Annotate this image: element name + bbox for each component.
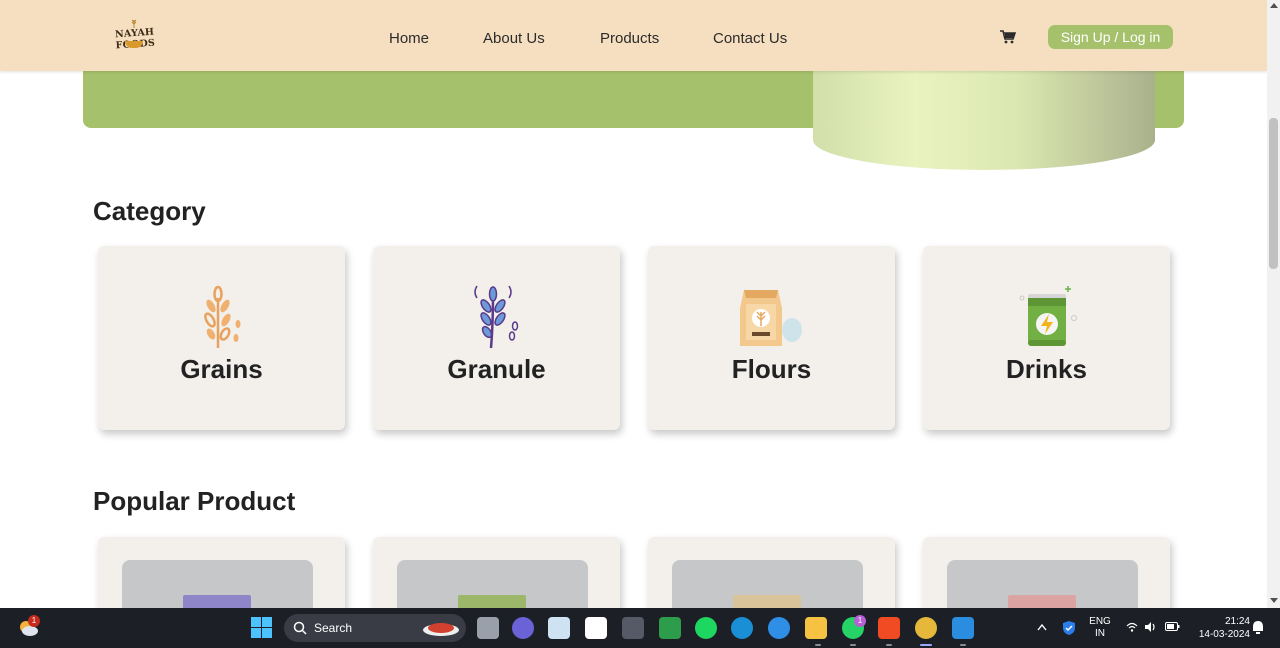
category-heading: Category bbox=[93, 196, 206, 226]
active-indicator bbox=[920, 644, 932, 646]
system-clock[interactable]: 21:24 14-03-2024 bbox=[1188, 615, 1250, 641]
wheat-icon bbox=[204, 285, 241, 348]
windows-taskbar: 1 Search 1 ENG IN 21:24 14-03-2024 bbox=[0, 608, 1280, 648]
edge-browser-icon[interactable] bbox=[731, 617, 753, 639]
security-shield-icon[interactable] bbox=[1061, 620, 1077, 636]
category-label-flours: Flours bbox=[731, 354, 812, 384]
category-label-drinks: Drinks bbox=[1006, 354, 1087, 384]
running-indicator bbox=[960, 644, 966, 646]
vscode-icon[interactable] bbox=[952, 617, 974, 639]
product-package-image bbox=[1008, 595, 1076, 608]
spotify-icon[interactable] bbox=[695, 617, 717, 639]
nav-home[interactable]: Home bbox=[389, 30, 429, 47]
product-image bbox=[947, 560, 1138, 608]
brave-browser-icon[interactable] bbox=[878, 617, 900, 639]
whatsapp-badge: 1 bbox=[854, 615, 866, 627]
scroll-down-arrow-icon[interactable] bbox=[1270, 598, 1278, 603]
navbar: NAYAH FOODS Home About Us Products Conta… bbox=[0, 0, 1267, 71]
running-indicator bbox=[815, 644, 821, 646]
task-view-icon[interactable] bbox=[477, 617, 499, 639]
product-package-image bbox=[733, 595, 801, 608]
product-image bbox=[672, 560, 863, 608]
product-package-image bbox=[458, 595, 526, 608]
signup-login-button[interactable]: Sign Up / Log in bbox=[1048, 25, 1173, 49]
wifi-icon[interactable] bbox=[1126, 622, 1138, 632]
page-scrollbar[interactable] bbox=[1267, 0, 1280, 608]
logo-wheat-icon bbox=[131, 19, 137, 28]
scrollbar-thumb[interactable] bbox=[1269, 118, 1278, 269]
microphone-app-icon[interactable] bbox=[622, 617, 644, 639]
region-code: IN bbox=[1095, 628, 1105, 639]
chevron-up-icon[interactable] bbox=[1037, 623, 1047, 631]
chrome-browser-icon[interactable] bbox=[915, 617, 937, 639]
language-code: ENG bbox=[1089, 616, 1111, 627]
wheat-stalk-icon bbox=[474, 285, 519, 349]
product-card[interactable] bbox=[923, 537, 1170, 608]
windows-start-icon[interactable] bbox=[251, 617, 272, 638]
clock-date: 14-03-2024 bbox=[1198, 629, 1250, 640]
product-image bbox=[397, 560, 588, 608]
notification-bell-icon[interactable] bbox=[1251, 620, 1265, 635]
search-highlight-icon bbox=[423, 623, 459, 636]
photos-app-icon[interactable] bbox=[548, 617, 570, 639]
product-card[interactable] bbox=[98, 537, 345, 608]
category-card-grains[interactable]: Grains bbox=[98, 246, 345, 430]
product-card[interactable] bbox=[373, 537, 620, 608]
volume-icon[interactable] bbox=[1144, 621, 1157, 633]
scroll-up-arrow-icon[interactable] bbox=[1270, 3, 1278, 8]
category-label-granule: Granule bbox=[447, 354, 546, 384]
category-card-granule[interactable]: Granule bbox=[373, 246, 620, 430]
product-card[interactable] bbox=[648, 537, 895, 608]
google-chat-icon[interactable] bbox=[659, 617, 681, 639]
firefox-icon[interactable] bbox=[768, 617, 790, 639]
search-icon bbox=[293, 621, 307, 635]
clock-time: 21:24 bbox=[1224, 616, 1250, 627]
browser-viewport: NAYAH FOODS Home About Us Products Conta… bbox=[0, 0, 1267, 608]
taskbar-search[interactable]: Search bbox=[284, 614, 466, 642]
category-card-drinks[interactable]: Drinks bbox=[923, 246, 1170, 430]
running-indicator bbox=[850, 644, 856, 646]
category-card-flours[interactable]: Flours bbox=[648, 246, 895, 430]
file-explorer-icon[interactable] bbox=[805, 617, 827, 639]
product-image bbox=[122, 560, 313, 608]
nav-about-us[interactable]: About Us bbox=[483, 30, 545, 47]
search-placeholder: Search bbox=[314, 621, 353, 635]
product-package-image bbox=[183, 595, 251, 608]
nav-contact-us[interactable]: Contact Us bbox=[713, 30, 787, 47]
brand-name: NAYAH FOODS bbox=[114, 26, 156, 52]
popular-product-heading: Popular Product bbox=[93, 486, 296, 516]
language-indicator[interactable]: ENG IN bbox=[1087, 616, 1113, 640]
energy-drink-can-icon bbox=[1019, 286, 1077, 346]
teams-chat-icon[interactable] bbox=[512, 617, 534, 639]
stocks-app-icon[interactable] bbox=[585, 617, 607, 639]
running-indicator bbox=[886, 644, 892, 646]
flour-bag-icon bbox=[740, 290, 802, 346]
cart-icon[interactable] bbox=[1000, 30, 1016, 44]
brand-logo[interactable]: NAYAH FOODS bbox=[98, 18, 172, 54]
nav-products[interactable]: Products bbox=[600, 30, 659, 47]
hero-podium-cylinder bbox=[813, 62, 1155, 170]
category-label-grains: Grains bbox=[180, 354, 263, 384]
battery-icon[interactable] bbox=[1165, 622, 1180, 631]
weather-badge: 1 bbox=[28, 615, 40, 627]
